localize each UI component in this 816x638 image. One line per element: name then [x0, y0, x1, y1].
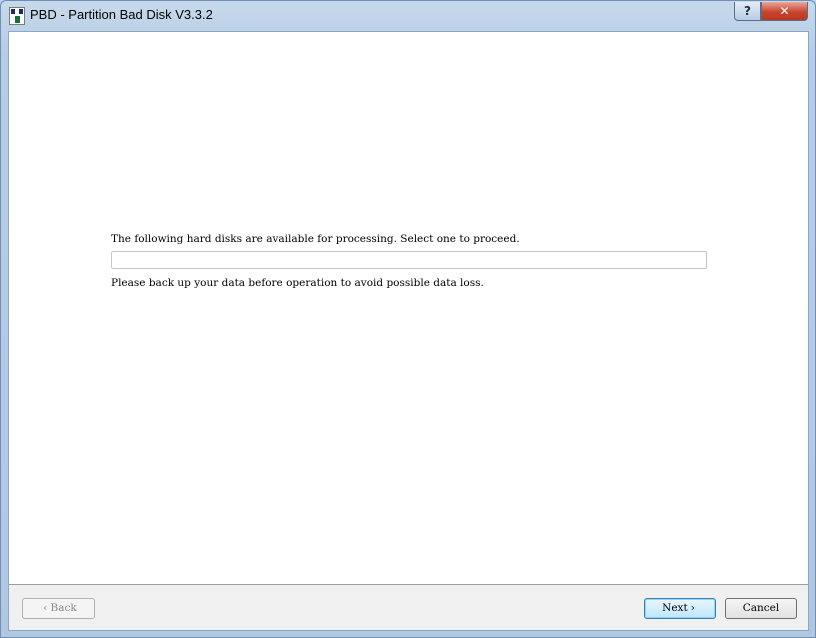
app-icon[interactable]: [9, 7, 25, 25]
app-window: PBD - Partition Bad Disk V3.3.2 ? ✕ The …: [0, 0, 816, 638]
next-button[interactable]: Next ›: [644, 598, 716, 619]
help-button[interactable]: ?: [734, 2, 761, 21]
back-button-label: Back: [50, 602, 77, 614]
hard-disk-list[interactable]: [111, 251, 707, 269]
help-icon: ?: [744, 4, 751, 18]
wizard-client-area: The following hard disks are available f…: [8, 31, 809, 631]
title-bar[interactable]: PBD - Partition Bad Disk V3.3.2 ? ✕: [1, 1, 815, 31]
cancel-button[interactable]: Cancel: [725, 598, 797, 619]
window-title: PBD - Partition Bad Disk V3.3.2: [30, 7, 213, 22]
cancel-button-label: Cancel: [742, 602, 780, 614]
chevron-right-icon: ›: [690, 602, 695, 614]
chevron-left-icon: ‹: [43, 602, 48, 614]
disk-list-intro-text: The following hard disks are available f…: [111, 233, 520, 245]
wizard-page: The following hard disks are available f…: [9, 32, 808, 585]
close-button[interactable]: ✕: [761, 2, 808, 21]
close-icon: ✕: [779, 4, 790, 18]
next-button-label: Next: [662, 602, 688, 614]
back-button[interactable]: ‹ Back: [22, 598, 95, 619]
backup-warning-text: Please back up your data before operatio…: [111, 277, 484, 289]
